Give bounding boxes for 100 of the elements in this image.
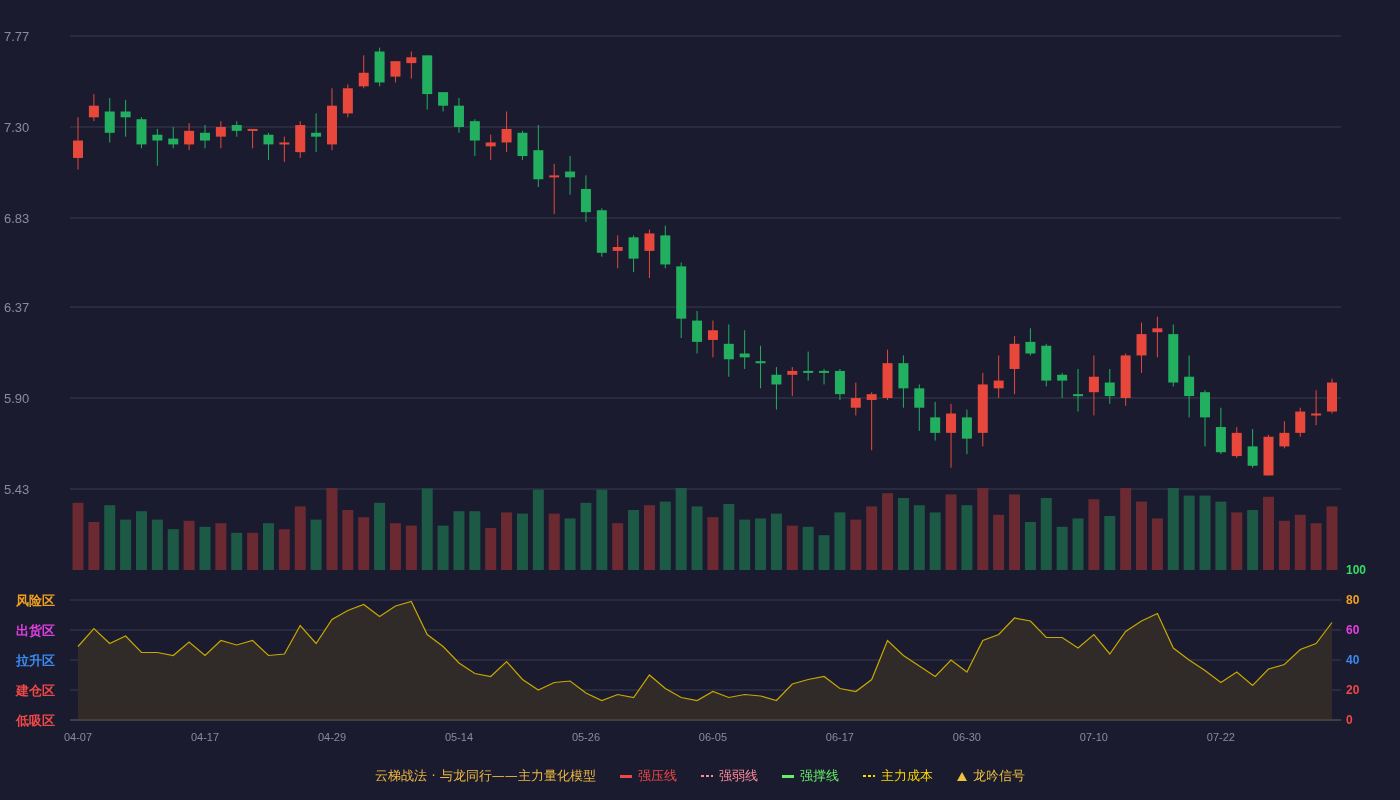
candlestick: [1041, 343, 1052, 387]
date-label: 06-05: [698, 731, 727, 743]
date-label: 07-22: [1206, 731, 1235, 743]
candlestick: [1088, 354, 1099, 416]
candlestick: [104, 97, 115, 143]
candlestick: [88, 93, 99, 122]
candlestick: [1184, 354, 1195, 418]
candlestick: [739, 329, 750, 370]
zone-label: 出货区: [16, 623, 55, 638]
price-axis-label: 7.30: [4, 120, 30, 135]
candlestick: [247, 128, 258, 149]
candlestick: [612, 234, 623, 269]
candlestick: [374, 47, 385, 87]
candlestick: [580, 174, 591, 223]
candlestick: [1263, 434, 1274, 476]
candlestick: [295, 120, 306, 159]
candlestick: [1295, 407, 1306, 438]
candlestick: [755, 345, 766, 389]
candlestick: [596, 207, 607, 258]
candlestick: [882, 349, 893, 401]
price-axis-label: 6.37: [4, 300, 30, 316]
axis-tick-label: 100: [1346, 563, 1367, 577]
candlestick: [1311, 389, 1322, 426]
candlestick: [803, 351, 814, 382]
date-label: 04-17: [190, 731, 220, 743]
candlestick: [168, 126, 179, 149]
date-label: 04-07: [63, 731, 93, 743]
price-axis-label: 6.83: [4, 210, 30, 226]
price-axis-label: 5.90: [4, 391, 30, 406]
candlestick: [311, 112, 322, 153]
candlestick: [517, 130, 528, 161]
candlestick: [819, 368, 830, 385]
zone-label: 拉升区: [16, 653, 55, 668]
candlestick: [1009, 335, 1020, 395]
candlestick: [898, 354, 909, 409]
candlestick: [200, 124, 210, 149]
candlestick: [136, 116, 147, 149]
legend-label: 龙吟信号: [972, 767, 1025, 785]
candlestick: [438, 91, 449, 112]
candlestick: [930, 401, 941, 442]
candlestick: [787, 366, 798, 397]
candlestick: [215, 120, 226, 149]
candlestick: [358, 54, 369, 89]
legend-label: 强压线: [637, 767, 677, 785]
candlestick: [834, 368, 845, 401]
candlestick: [723, 323, 734, 378]
candlestick: [1120, 353, 1131, 407]
candlestick: [660, 225, 671, 269]
legend-label: 强弱线: [718, 767, 758, 785]
candlestick: [73, 116, 83, 171]
zone-label: 建仓区: [16, 683, 55, 698]
candlestick: [453, 97, 464, 134]
candlestick: [406, 51, 417, 80]
candlestick: [1168, 323, 1179, 387]
axis-tick-label: 0: [1346, 713, 1353, 727]
candlestick: [263, 132, 274, 161]
candlestick: [1152, 316, 1163, 358]
date-label: 04-29: [317, 731, 347, 743]
price-axis-label: 7.77: [4, 29, 30, 44]
candlestick: [961, 409, 972, 455]
date-label: 06-17: [825, 731, 854, 743]
candlestick: [120, 99, 131, 138]
candlestick: [279, 136, 290, 163]
price-axis-label: 5.43: [4, 482, 30, 497]
axis-tick-label: 20: [1346, 683, 1360, 697]
date-label: 05-14: [444, 731, 474, 743]
candlestick: [1200, 389, 1210, 447]
zone-label: 风险区: [16, 593, 55, 608]
axis-tick-label: 60: [1346, 623, 1360, 637]
date-label: 05-26: [571, 731, 600, 743]
candlestick: [1104, 368, 1115, 405]
candlestick: [1231, 426, 1242, 459]
candlestick: [342, 83, 353, 118]
date-label: 07-10: [1079, 731, 1108, 743]
legend-label: 主力成本: [880, 767, 933, 785]
candlestick: [1215, 407, 1226, 455]
candlestick: [184, 122, 195, 151]
candlestick: [850, 382, 861, 416]
candlestick: [1136, 322, 1147, 374]
candlestick: [231, 120, 242, 138]
candlestick: [1327, 378, 1337, 414]
candlestick: [152, 128, 163, 167]
candlestick: [327, 87, 337, 151]
candlestick: [565, 155, 576, 196]
legend-label: 强撑线: [799, 767, 839, 785]
candlestick: [946, 403, 957, 469]
zone-label: 低吸区: [16, 713, 55, 728]
candlestick: [644, 229, 655, 279]
candlestick: [485, 134, 496, 161]
candlestick: [549, 163, 560, 215]
chart-title: 云梯战法 · 与龙同行——主力量化模型: [375, 767, 596, 785]
candlestick: [692, 310, 703, 354]
candlestick: [1025, 327, 1036, 356]
candlestick: [533, 124, 544, 188]
candlestick: [1073, 368, 1084, 413]
candlestick: [628, 234, 639, 273]
candlestick: [707, 320, 718, 358]
candlestick: [771, 366, 782, 411]
candlestick: [993, 354, 1004, 399]
candlestick: [914, 383, 925, 432]
